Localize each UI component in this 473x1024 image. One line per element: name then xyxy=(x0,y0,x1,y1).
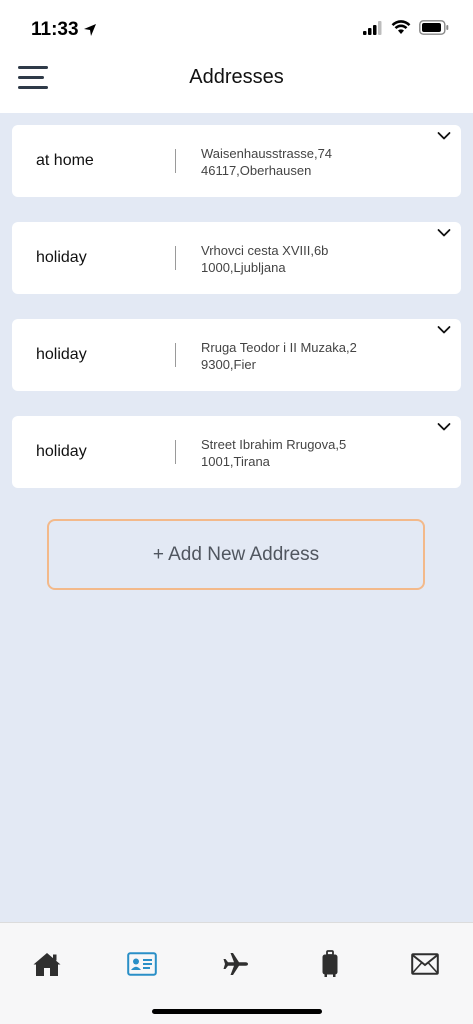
address-text: Waisenhausstrasse,74 46117,Oberhausen xyxy=(201,145,332,179)
address-card[interactable]: at home Waisenhausstrasse,74 46117,Oberh… xyxy=(12,125,461,197)
battery-icon xyxy=(419,20,449,35)
mail-icon xyxy=(411,953,439,975)
address-line1: Rruga Teodor i II Muzaka,2 xyxy=(201,340,357,355)
status-indicators xyxy=(363,20,449,35)
chevron-down-icon[interactable] xyxy=(437,422,451,432)
app-header: Addresses xyxy=(0,56,473,113)
address-line2: 9300,Fier xyxy=(201,357,256,372)
wifi-icon xyxy=(391,20,411,34)
page-title: Addresses xyxy=(189,66,284,88)
divider xyxy=(175,440,176,464)
chevron-down-icon[interactable] xyxy=(437,228,451,238)
address-line2: 46117,Oberhausen xyxy=(201,163,312,178)
luggage-icon xyxy=(322,950,338,977)
divider xyxy=(175,246,176,270)
home-icon xyxy=(33,953,61,976)
address-label: holiday xyxy=(36,443,87,460)
tab-home[interactable] xyxy=(30,949,64,979)
tab-luggage[interactable] xyxy=(313,949,347,979)
address-label: at home xyxy=(36,152,94,169)
chevron-down-icon[interactable] xyxy=(437,325,451,335)
address-card[interactable]: holiday Vrhovci cesta XVIII,6b 1000,Ljub… xyxy=(12,222,461,294)
tab-flights[interactable] xyxy=(219,949,253,979)
tab-messages[interactable] xyxy=(408,949,442,979)
clock-text: 11:33 xyxy=(31,19,79,40)
address-text: Vrhovci cesta XVIII,6b 1000,Ljubljana xyxy=(201,242,328,276)
contact-card-icon xyxy=(127,952,157,976)
address-label: holiday xyxy=(36,346,87,363)
status-time: 11:33 xyxy=(31,19,97,41)
status-bar: 11:33 xyxy=(0,0,473,56)
address-line1: Waisenhausstrasse,74 xyxy=(201,146,333,161)
address-label: holiday xyxy=(36,249,87,266)
tab-addresses[interactable] xyxy=(125,949,159,979)
address-line1: Vrhovci cesta XVIII,6b xyxy=(201,243,329,258)
divider xyxy=(175,149,176,173)
signal-icon xyxy=(363,20,382,35)
location-arrow-icon xyxy=(83,24,96,36)
address-text: Rruga Teodor i II Muzaka,2 9300,Fier xyxy=(201,339,357,373)
address-text: Street Ibrahim Rrugova,5 1001,Tirana xyxy=(201,436,346,470)
address-line1: Street Ibrahim Rrugova,5 xyxy=(201,437,347,452)
address-card[interactable]: holiday Rruga Teodor i II Muzaka,2 9300,… xyxy=(12,319,461,391)
airplane-icon xyxy=(223,953,248,975)
chevron-down-icon[interactable] xyxy=(437,131,451,141)
address-list: at home Waisenhausstrasse,74 46117,Oberh… xyxy=(12,125,461,513)
address-line2: 1000,Ljubljana xyxy=(201,260,286,275)
add-new-address-button[interactable]: + Add New Address xyxy=(47,519,425,590)
address-line2: 1001,Tirana xyxy=(201,454,270,469)
home-indicator xyxy=(152,1009,322,1014)
bottom-tab-bar xyxy=(0,922,473,1024)
address-card[interactable]: holiday Street Ibrahim Rrugova,5 1001,Ti… xyxy=(12,416,461,488)
divider xyxy=(175,343,176,367)
